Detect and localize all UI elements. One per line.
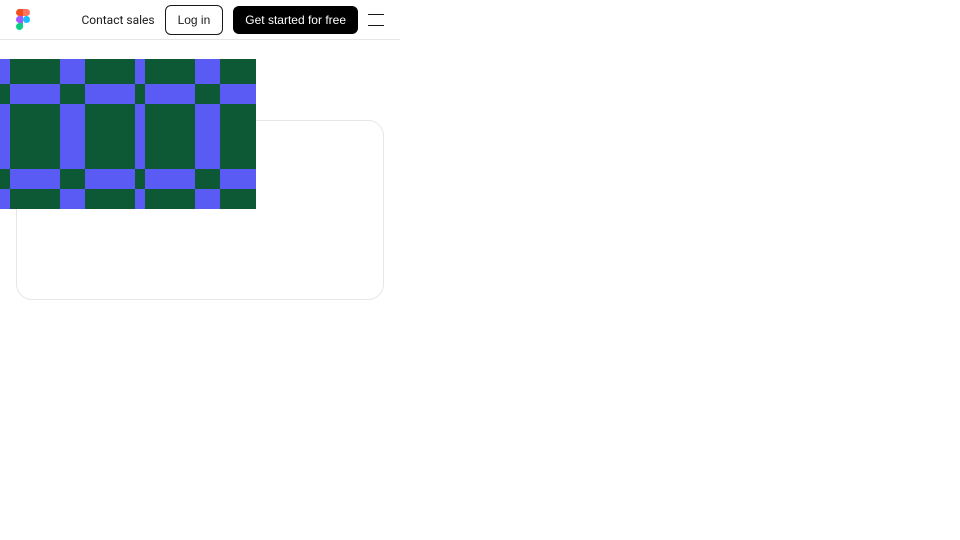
- login-button[interactable]: Log in: [165, 5, 224, 35]
- site-header: Contact sales Log in Get started for fre…: [0, 0, 400, 40]
- figma-logo[interactable]: [16, 9, 30, 31]
- plaid-pattern-image: [0, 59, 256, 209]
- header-actions: Contact sales Log in Get started for fre…: [81, 5, 384, 35]
- get-started-button[interactable]: Get started for free: [233, 6, 358, 34]
- contact-sales-link[interactable]: Contact sales: [81, 13, 154, 27]
- hamburger-menu-icon[interactable]: [368, 14, 384, 26]
